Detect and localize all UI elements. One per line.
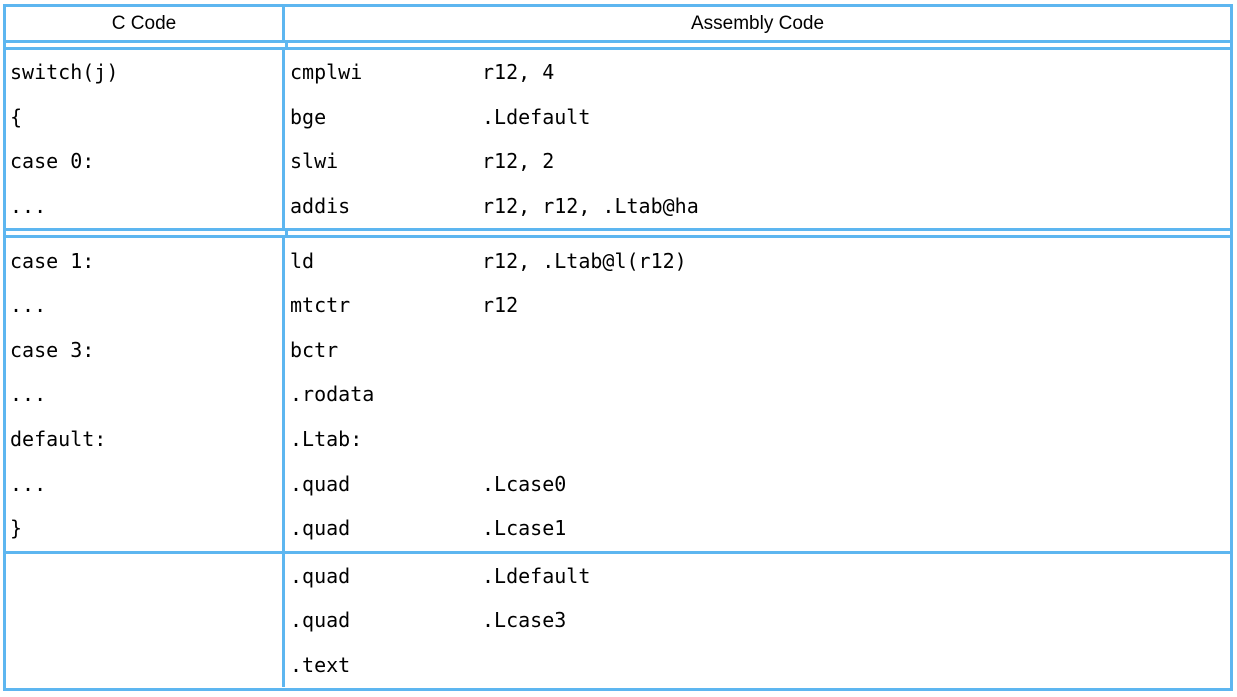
table-body: switch(j){case 0:...cmplwir12, 4bge.Ldef… [6, 50, 1230, 687]
assembly-mnemonic: ld [290, 249, 482, 273]
assembly-code-line: .quad.Ldefault [290, 554, 1230, 599]
c-code-line: ... [10, 372, 282, 417]
c-code-line: case 0: [10, 139, 282, 184]
table-row: switch(j){case 0:...cmplwir12, 4bge.Ldef… [6, 50, 1230, 228]
c-code-line: case 3: [10, 328, 282, 373]
assembly-code-line: .quad.Lcase3 [290, 598, 1230, 643]
assembly-code-line: .Ltab: [290, 417, 1230, 462]
assembly-operands: r12 [482, 293, 518, 317]
assembly-code-line: .rodata [290, 372, 1230, 417]
assembly-code-line: cmplwir12, 4 [290, 50, 1230, 95]
c-code-cell: switch(j){case 0:... [6, 50, 285, 228]
c-code-line: ... [10, 283, 282, 328]
assembly-code-line: mtctrr12 [290, 283, 1230, 328]
table-row: .quad.Ldefault.quad.Lcase3.text [6, 554, 1230, 688]
assembly-code-line: .quad.Lcase1 [290, 506, 1230, 551]
assembly-operands: r12, .Ltab@l(r12) [482, 249, 687, 273]
c-code-line: ... [10, 184, 282, 229]
c-code-line: default: [10, 417, 282, 462]
c-code-line: { [10, 95, 282, 140]
assembly-code-cell: cmplwir12, 4bge.Ldefaultslwir12, 2addisr… [285, 50, 1230, 228]
assembly-code-line: bge.Ldefault [290, 95, 1230, 140]
assembly-mnemonic: addis [290, 194, 482, 218]
assembly-mnemonic: bctr [290, 338, 482, 362]
table-header-row: C Code Assembly Code [6, 7, 1230, 40]
assembly-code-line: ldr12, .Ltab@l(r12) [290, 238, 1230, 283]
assembly-operands: .Lcase3 [482, 608, 566, 632]
assembly-code-cell: .quad.Ldefault.quad.Lcase3.text [285, 554, 1230, 688]
assembly-operands: .Lcase1 [482, 516, 566, 540]
assembly-mnemonic: cmplwi [290, 60, 482, 84]
assembly-operands: .Lcase0 [482, 472, 566, 496]
assembly-code-line: slwir12, 2 [290, 139, 1230, 184]
assembly-mnemonic: slwi [290, 149, 482, 173]
assembly-mnemonic: mtctr [290, 293, 482, 317]
table-row: case 1:...case 3:...default:...}ldr12, .… [6, 238, 1230, 550]
assembly-operands: .Ldefault [482, 105, 590, 129]
assembly-code-line: .text [290, 643, 1230, 688]
assembly-mnemonic: .quad [290, 472, 482, 496]
c-code-line: ... [10, 461, 282, 506]
c-code-line: case 1: [10, 238, 282, 283]
assembly-code-cell: ldr12, .Ltab@l(r12)mtctrr12bctr.rodata.L… [285, 238, 1230, 550]
c-code-line: switch(j) [10, 50, 282, 95]
assembly-mnemonic: .text [290, 653, 482, 677]
c-code-cell [6, 554, 285, 688]
header-assembly-code: Assembly Code [285, 7, 1230, 40]
assembly-operands: r12, 2 [482, 149, 554, 173]
assembly-operands: r12, 4 [482, 60, 554, 84]
assembly-operands: r12, r12, .Ltab@ha [482, 194, 699, 218]
assembly-operands: .Ldefault [482, 564, 590, 588]
header-c-code: C Code [6, 7, 285, 40]
assembly-code-line: .quad.Lcase0 [290, 461, 1230, 506]
c-code-line: } [10, 506, 282, 551]
header-separator [6, 40, 1230, 50]
assembly-mnemonic: .quad [290, 608, 482, 632]
double-separator [6, 228, 1230, 238]
assembly-code-line: bctr [290, 328, 1230, 373]
assembly-mnemonic: .quad [290, 564, 482, 588]
assembly-mnemonic: bge [290, 105, 482, 129]
assembly-mnemonic: .rodata [290, 382, 482, 406]
assembly-code-line: addisr12, r12, .Ltab@ha [290, 184, 1230, 229]
c-to-assembly-table: C Code Assembly Code switch(j){case 0:..… [3, 4, 1233, 691]
assembly-mnemonic: .Ltab: [290, 427, 482, 451]
c-code-cell: case 1:...case 3:...default:...} [6, 238, 285, 550]
assembly-mnemonic: .quad [290, 516, 482, 540]
